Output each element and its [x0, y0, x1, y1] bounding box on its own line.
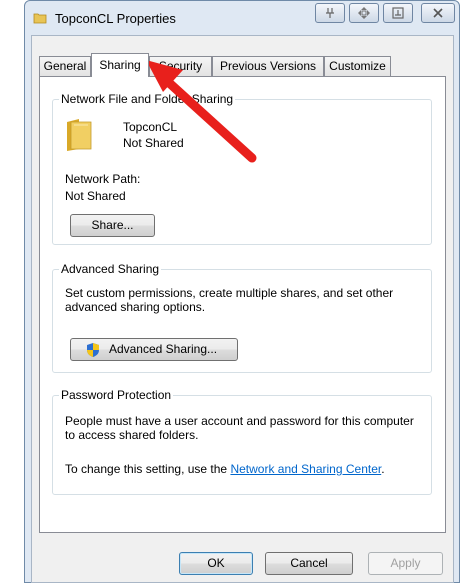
tab-general[interactable]: General	[39, 56, 91, 76]
network-sharing-center-link[interactable]: Network and Sharing Center	[230, 462, 381, 476]
properties-window: TopconCL Properties General Sharing Secu…	[24, 0, 460, 583]
title-bar[interactable]: TopconCL Properties	[25, 1, 459, 35]
dialog-body: General Sharing Security Previous Versio…	[31, 35, 454, 583]
advanced-sharing-description: Set custom permissions, create multiple …	[65, 286, 394, 314]
uac-shield-icon	[85, 342, 101, 365]
sharing-panel: Network File and Folder Sharing TopconCL…	[39, 76, 446, 533]
cancel-button[interactable]: Cancel	[265, 552, 353, 575]
tab-previous-versions[interactable]: Previous Versions	[212, 56, 324, 76]
advanced-sharing-button[interactable]: Advanced Sharing...	[70, 338, 238, 361]
move-button[interactable]	[349, 3, 379, 23]
folder-icon	[33, 12, 47, 24]
tab-sharing[interactable]: Sharing	[91, 53, 149, 77]
password-protection-title: Password Protection	[59, 388, 174, 402]
apply-button[interactable]: Apply	[368, 552, 443, 575]
password-protection-group: Password Protection People must have a u…	[52, 388, 435, 495]
ok-button[interactable]: OK	[179, 552, 253, 575]
help-pin-icon	[323, 6, 337, 20]
change-setting-prefix: To change this setting, use the	[65, 462, 231, 476]
network-sharing-title: Network File and Folder Sharing	[59, 92, 236, 106]
move-icon	[357, 6, 371, 20]
tab-customize[interactable]: Customize	[324, 56, 391, 76]
resize-button[interactable]	[383, 3, 413, 23]
share-button[interactable]: Share...	[70, 214, 155, 237]
resize-icon	[391, 6, 405, 20]
help-pin-button[interactable]	[315, 3, 345, 23]
change-setting-suffix: .	[381, 462, 385, 476]
folder-status: Not Shared	[123, 136, 184, 150]
advanced-sharing-group: Advanced Sharing Set custom permissions,…	[52, 262, 432, 373]
close-icon	[432, 7, 444, 19]
password-protection-description: People must have a user account and pass…	[65, 414, 414, 442]
change-setting-text: To change this setting, use the Network …	[65, 462, 435, 476]
advanced-sharing-button-label: Advanced Sharing...	[108, 342, 218, 356]
close-button[interactable]	[421, 3, 455, 23]
network-sharing-group: Network File and Folder Sharing TopconCL…	[52, 92, 432, 245]
tab-security[interactable]: Security	[149, 56, 212, 76]
network-path-label: Network Path:	[65, 172, 141, 186]
network-path-value: Not Shared	[65, 189, 126, 203]
advanced-sharing-title: Advanced Sharing	[59, 262, 162, 276]
folder-large-icon	[65, 118, 93, 155]
window-title: TopconCL Properties	[55, 11, 176, 26]
folder-name: TopconCL	[123, 120, 178, 134]
